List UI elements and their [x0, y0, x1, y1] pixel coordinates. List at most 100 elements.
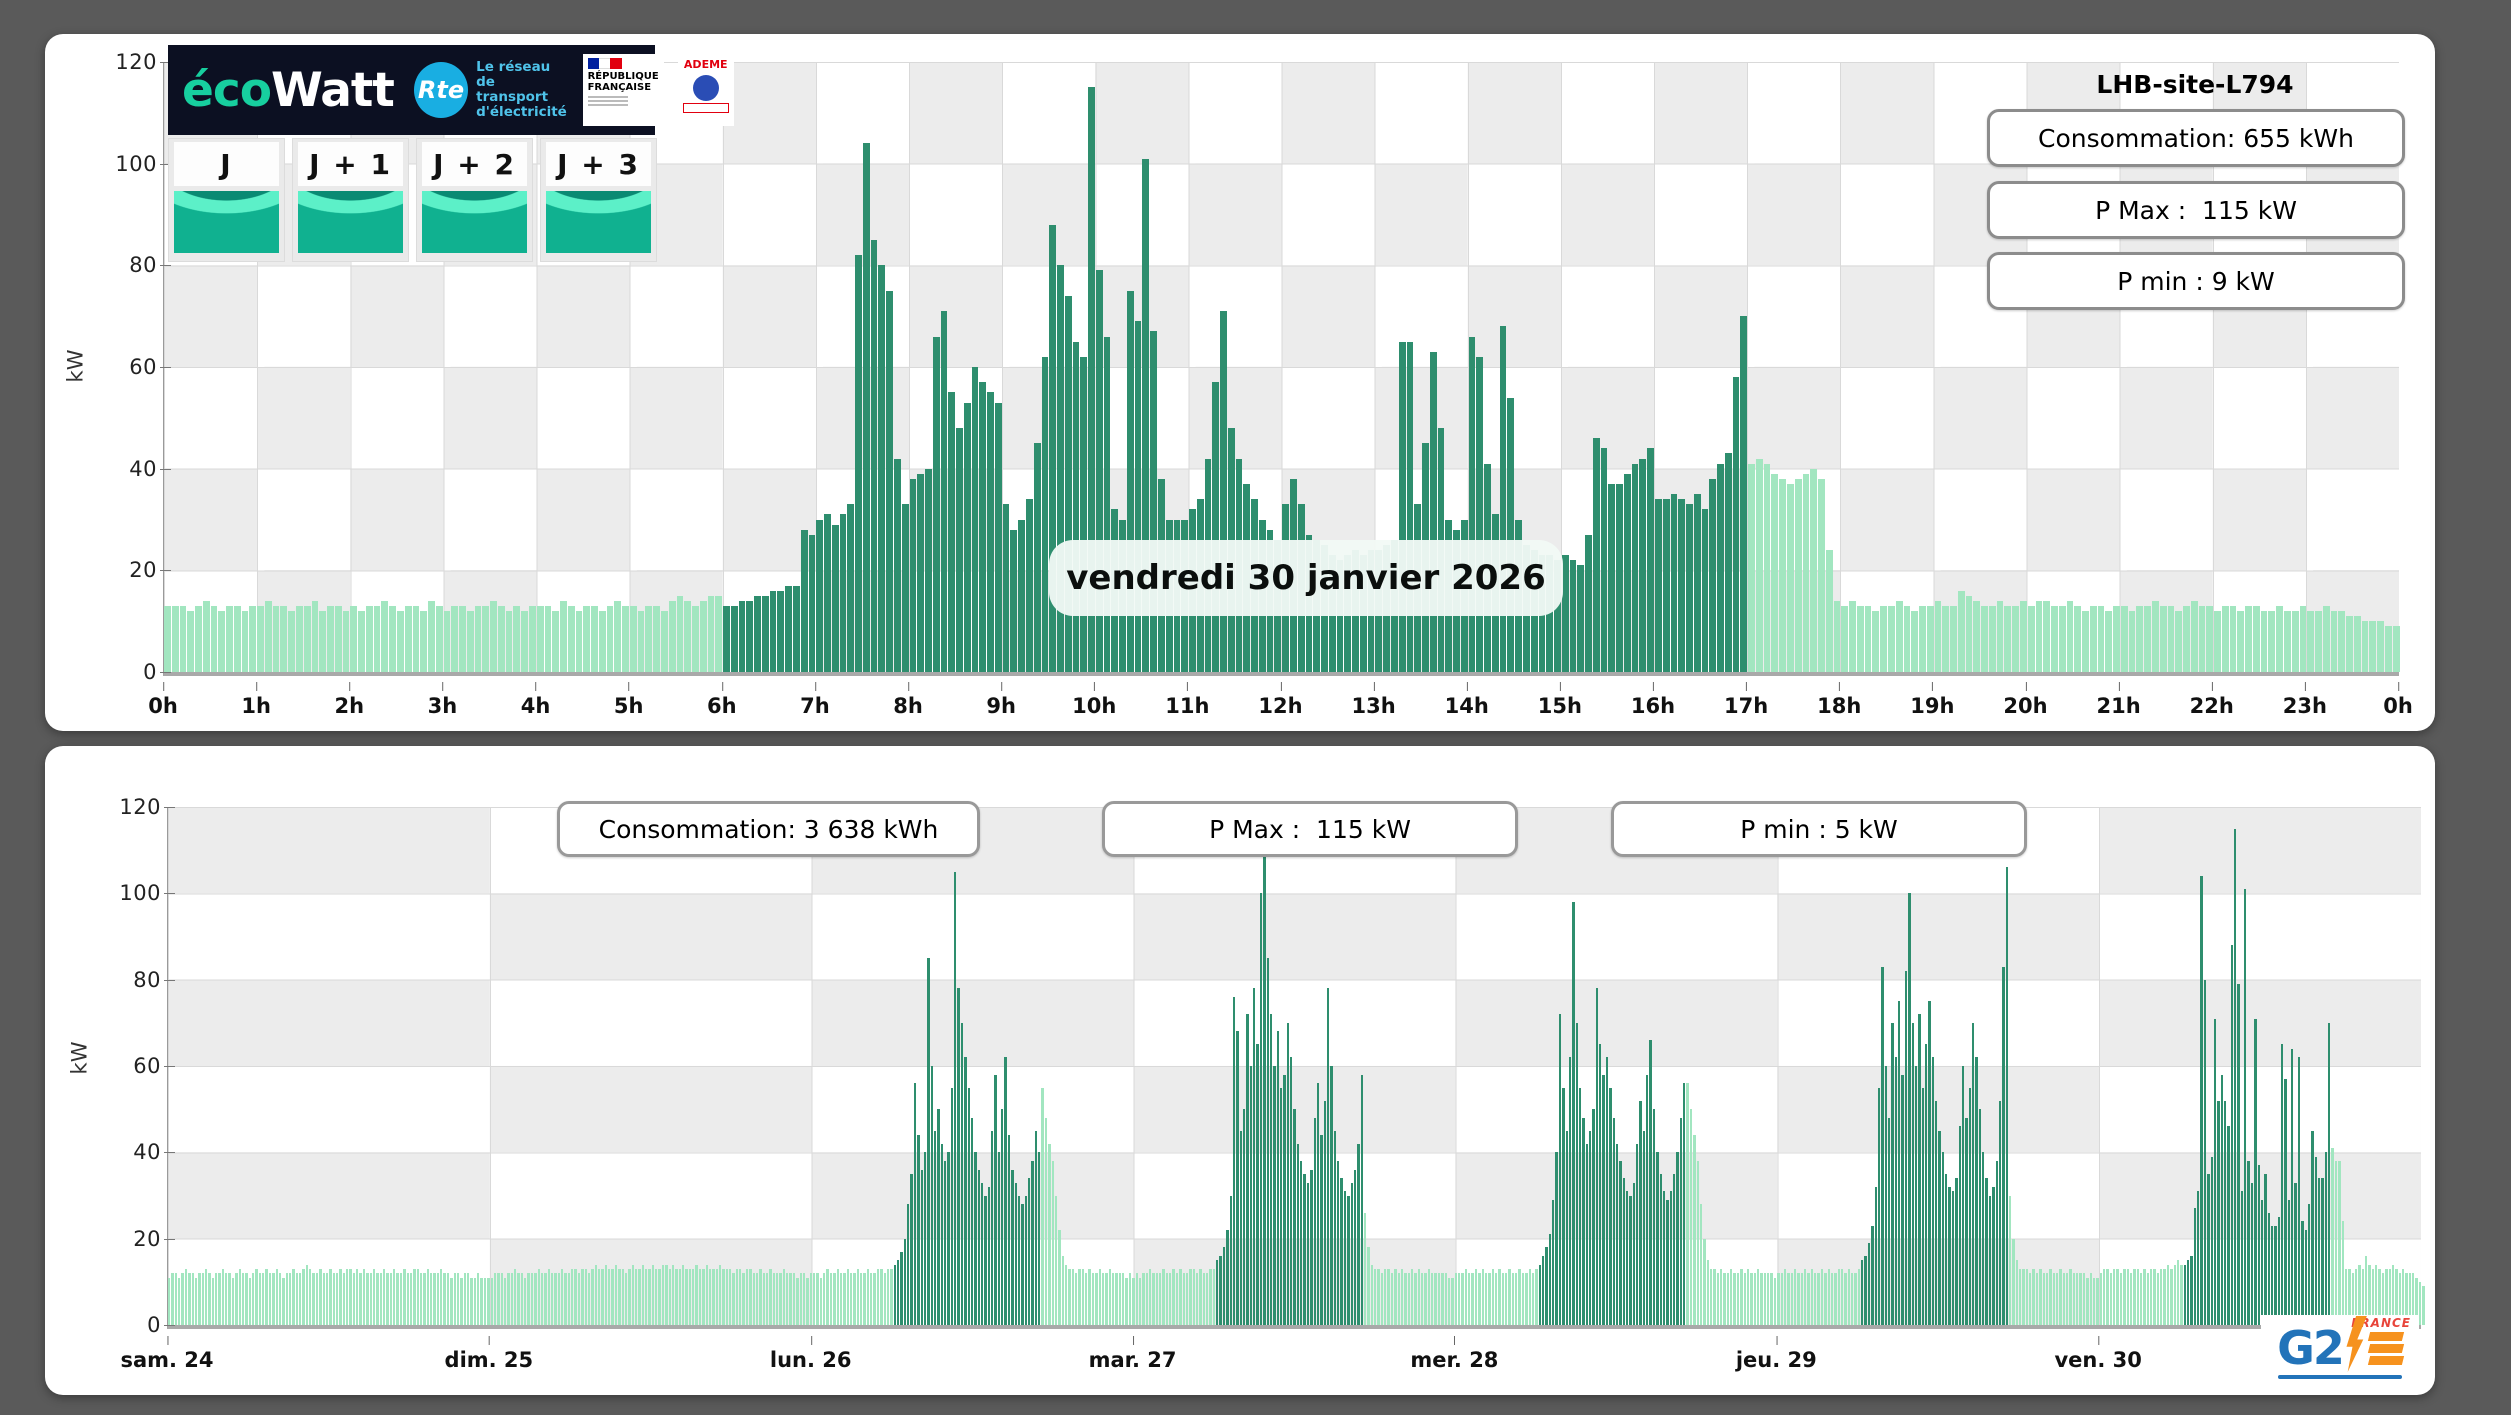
bar: [901, 504, 909, 672]
bar: [907, 1204, 910, 1325]
x-tick-label: 0h: [148, 682, 178, 718]
bar: [1098, 1268, 1101, 1325]
bar: [1394, 1268, 1397, 1325]
bar: [1884, 1066, 1887, 1325]
bar: [1703, 1238, 1706, 1325]
bar: [174, 1273, 178, 1325]
bar: [2032, 1268, 2035, 1325]
bar: [1895, 600, 1903, 672]
bar: [1507, 397, 1515, 672]
bar: [419, 1273, 423, 1325]
bar: [1872, 611, 1880, 672]
bar: [1501, 1273, 1505, 1325]
bar: [846, 1268, 849, 1325]
bar: [1670, 494, 1678, 672]
bar: [900, 1251, 903, 1325]
bar: [870, 239, 878, 672]
bar: [2139, 1273, 2143, 1325]
forecast-tile-label: J: [174, 142, 279, 186]
bar: [1982, 1152, 1985, 1325]
bar: [970, 1117, 974, 1325]
bar: [1033, 443, 1041, 672]
y-tick-label: 20: [129, 558, 171, 583]
bar: [963, 402, 971, 672]
bar: [1840, 1268, 1844, 1325]
bar: [964, 1057, 967, 1325]
bar: [1642, 1130, 1646, 1325]
bar: [1326, 988, 1330, 1325]
bar: [2173, 1264, 2176, 1325]
bar: [2012, 605, 2019, 672]
bar: [1343, 1191, 1347, 1325]
bar: [1041, 356, 1049, 672]
bar: [745, 1268, 749, 1325]
bar: [1736, 1273, 1740, 1325]
bar: [2089, 605, 2097, 672]
bar: [725, 1268, 729, 1325]
bar: [1199, 1268, 1202, 1325]
site-title: LHB-site-L794: [2096, 70, 2294, 99]
bar: [634, 1268, 638, 1325]
bar: [1877, 1087, 1881, 1325]
forecast-tile-j-plus-2[interactable]: J + 2: [416, 138, 533, 262]
bar: [1780, 1273, 1783, 1325]
bar: [843, 1273, 846, 1325]
bar: [433, 1273, 436, 1325]
bar: [1592, 1109, 1595, 1325]
bar: [1599, 1044, 1602, 1325]
bar: [404, 605, 412, 672]
bar: [1374, 1268, 1377, 1325]
bar: [2250, 1182, 2254, 1325]
bar: [1988, 605, 1996, 672]
bar: [1306, 1182, 1310, 1325]
bar: [325, 1273, 329, 1325]
bar: [2106, 1268, 2109, 1325]
bar: [1018, 519, 1025, 672]
bar: [1639, 458, 1647, 672]
weekly-y-axis-unit: kW: [67, 1041, 92, 1075]
bar: [1773, 1277, 1777, 1325]
bar: [1081, 1268, 1085, 1325]
bar: [198, 1273, 201, 1325]
bar: [707, 595, 715, 672]
bar: [1384, 1268, 1387, 1325]
bar: [1854, 1273, 1857, 1325]
forecast-tile-j-plus-3[interactable]: J + 3: [540, 138, 657, 262]
bar: [2252, 605, 2260, 672]
x-tick-label: 16h: [1630, 682, 1676, 718]
bar: [903, 1238, 907, 1325]
forecast-tile-j-plus-1[interactable]: J + 1: [292, 138, 409, 262]
bar: [1568, 1057, 1572, 1325]
bar: [2197, 1191, 2200, 1325]
bar: [1103, 336, 1111, 672]
bar: [2230, 945, 2234, 1325]
bar: [606, 605, 614, 672]
y-tick-label: 60: [129, 355, 171, 379]
bar: [280, 605, 288, 672]
bar: [1689, 1109, 1693, 1325]
bar: [490, 1277, 493, 1325]
bar: [2097, 605, 2105, 672]
bar: [201, 1273, 204, 1325]
bar: [372, 1268, 376, 1325]
bar: [1797, 1273, 1800, 1325]
bar: [1903, 605, 1911, 672]
bar: [2297, 1057, 2301, 1325]
bar: [1558, 1014, 1562, 1325]
bar: [971, 367, 979, 672]
bar: [1631, 463, 1639, 672]
bar: [833, 1273, 836, 1325]
forecast-tile-j[interactable]: J: [168, 138, 285, 262]
bar: [480, 1277, 483, 1325]
bar: [651, 1264, 655, 1325]
x-tick-label: 23h: [2282, 682, 2327, 718]
bar: [564, 1273, 567, 1325]
bar: [1701, 509, 1709, 672]
bar: [2029, 1273, 2032, 1325]
weekly-plot-area: [167, 807, 2425, 1329]
bar: [1919, 605, 1926, 672]
x-tick-label: 15h: [1537, 682, 1582, 718]
bar: [1783, 1268, 1787, 1325]
bar: [715, 595, 723, 672]
ademe-logo: ADEME: [677, 54, 734, 126]
